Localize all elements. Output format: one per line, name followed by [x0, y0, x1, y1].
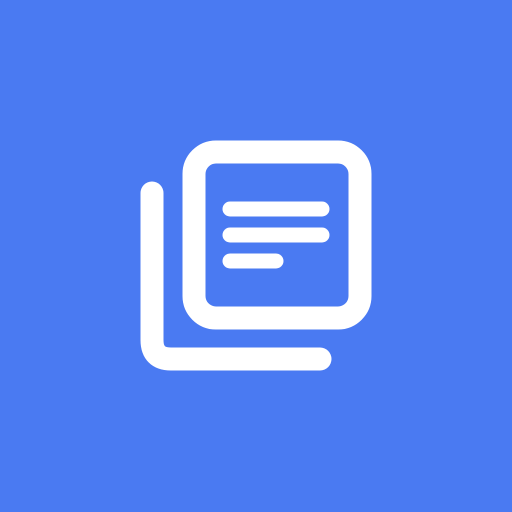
app-icon	[0, 0, 512, 512]
library-documents-icon	[0, 0, 512, 512]
